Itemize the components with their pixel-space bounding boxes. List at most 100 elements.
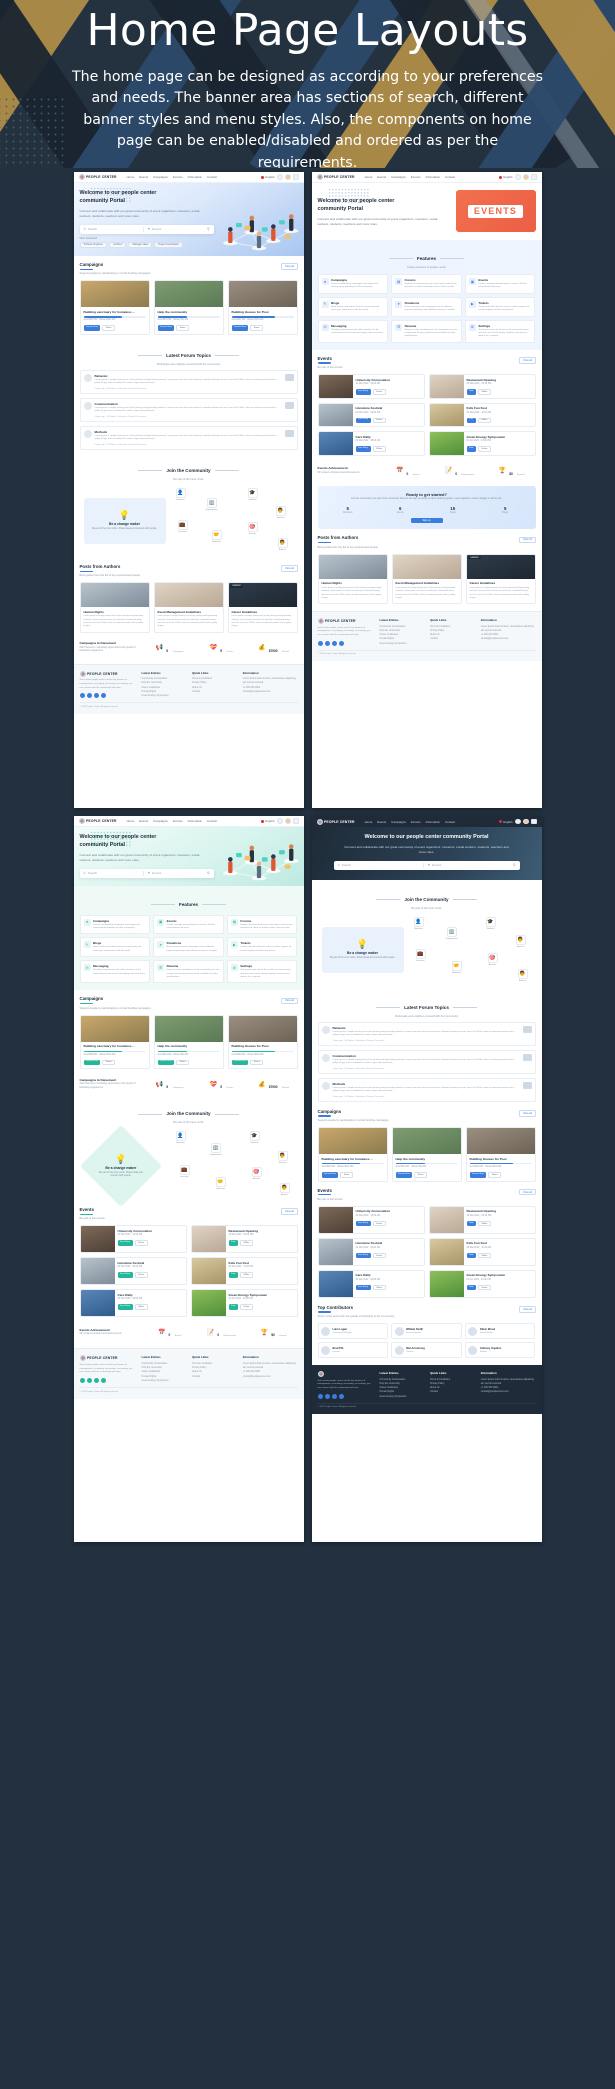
nav-item-home[interactable]: Home [127, 175, 135, 179]
nav-item-contact[interactable]: Contact [207, 175, 217, 179]
community-node[interactable]: 💼 Investors [415, 948, 426, 962]
main-nav[interactable]: Home Events Campaigns Forums Information… [365, 175, 455, 179]
posts-view-all[interactable]: View all [519, 536, 536, 544]
event-tag[interactable]: Paid [466, 1220, 476, 1227]
search-bar[interactable]: ⚲ Search ⚑ Events ⚲ [79, 224, 214, 234]
mock1-topbar-right[interactable]: English [261, 174, 299, 180]
signup-button[interactable]: Sign up [410, 517, 443, 524]
event-card[interactable]: Literature Festival 22 Mar 2022 · 09:00 A… [79, 1257, 187, 1286]
twitter-icon[interactable] [324, 1393, 330, 1399]
event-tag[interactable]: Paid [228, 1304, 238, 1310]
search-tag[interactable]: Manager sales [128, 241, 153, 249]
event-tag[interactable]: Online [372, 417, 386, 424]
feature-card[interactable]: ☰ Resume Keep an active contribution on th… [153, 960, 224, 984]
category-input[interactable]: ⚑ Events [148, 227, 204, 231]
footer-email[interactable]: contact@peoplecenter.com [243, 690, 298, 694]
grid-icon[interactable] [293, 174, 299, 180]
share-button[interactable]: Share [102, 1059, 115, 1066]
event-tag[interactable]: Paid [228, 1240, 238, 1246]
feature-card[interactable]: ✎ Blogs Read articles and stories from the… [79, 937, 151, 958]
footer-link[interactable]: Contact [192, 690, 238, 694]
language-selector[interactable]: English [261, 819, 275, 823]
event-tag[interactable]: Online [134, 1272, 148, 1278]
community-node[interactable]: 🏢 Organizations [206, 497, 218, 511]
event-tag[interactable]: Online [372, 1252, 386, 1259]
forum-topic-row[interactable]: Communication Lorem ipsum is simply dumm… [79, 397, 298, 422]
event-tag[interactable]: Offline [239, 1272, 253, 1278]
event-tag[interactable]: Free Entry [355, 446, 371, 452]
social-links[interactable] [317, 640, 375, 646]
share-button[interactable]: Share [176, 325, 189, 331]
campaigns-view-all[interactable]: View all [519, 1109, 536, 1117]
event-tag[interactable]: Paid [466, 446, 476, 452]
twitter-icon[interactable] [324, 640, 330, 646]
community-node[interactable]: 🤝 Volunteers [451, 960, 462, 974]
donate-button[interactable]: Donate Now [395, 1171, 413, 1178]
bell-icon[interactable] [277, 174, 283, 180]
forum-topic-row[interactable]: Behavior Lorem ipsum is simply dummy tex… [79, 369, 298, 394]
brand-logo[interactable]: PEOPLE CENTER [78, 818, 117, 824]
community-node[interactable]: 👤 Members [175, 487, 186, 501]
mock4-topbar[interactable]: PEOPLE CENTER Home Events Campaigns Foru… [311, 816, 542, 827]
community-node[interactable]: 🤝 Volunteers [215, 1177, 226, 1190]
feature-card[interactable]: ★ Campaigns Create crowdfunding campaigns … [317, 274, 389, 294]
feature-card[interactable]: ♥ Donations Raise money for your campaigns… [153, 937, 224, 958]
event-tag[interactable]: Offline [477, 1252, 491, 1259]
community-node[interactable]: 🎓 Students [485, 916, 496, 930]
event-card[interactable]: Kids Fun Fest 26 Mar 2022 · 11:00 AM Paid O… [428, 1237, 536, 1266]
contributor-card[interactable]: Oliver Wood Social Worker [464, 1323, 536, 1340]
grid-icon[interactable] [531, 818, 537, 825]
search-tag[interactable]: Project Coordinator [154, 241, 183, 249]
magnifier-icon[interactable]: ⚲ [207, 227, 209, 231]
event-tag[interactable]: Online [239, 1304, 253, 1310]
nav-item-forums[interactable]: Forums [411, 820, 421, 824]
nav-item-events[interactable]: Events [377, 175, 386, 179]
feature-card[interactable]: ▤ Forums Explore the community most active… [391, 274, 462, 294]
search-input[interactable]: ⚲ Search [338, 863, 420, 867]
contributor-card[interactable]: Brad Pitt Investor [317, 1342, 389, 1359]
feature-card[interactable]: ✎ Blogs Read articles and stories from the… [317, 296, 389, 317]
nav-item-forums[interactable]: Forums [173, 819, 183, 823]
share-button[interactable]: Share [488, 1171, 501, 1178]
feature-card[interactable]: ▤ Forums Explore the community most active… [226, 914, 298, 935]
event-tag[interactable]: Offline [134, 1304, 148, 1310]
language-selector[interactable]: English [261, 175, 275, 179]
contributor-card[interactable]: William Smith Event Organizer [391, 1323, 462, 1340]
linkedin-icon[interactable] [93, 693, 99, 699]
event-tag[interactable]: Paid [466, 417, 476, 424]
event-tag[interactable]: Online [134, 1240, 148, 1246]
share-button[interactable]: Share [102, 325, 115, 331]
community-node[interactable]: 💼 Investors [177, 519, 188, 533]
event-tag[interactable]: Free Entry [355, 1220, 371, 1227]
event-tag[interactable]: Free Entry [117, 1272, 133, 1278]
share-button[interactable]: Share [176, 1059, 189, 1066]
event-tag[interactable]: Online [372, 1220, 386, 1227]
avatar-icon[interactable] [285, 818, 291, 824]
campaign-card[interactable]: Help the community Goal $15,000 · Raised… [153, 280, 224, 335]
mockup-layout-1[interactable]: PEOPLE CENTER Home Events Campaigns Foru… [73, 172, 304, 808]
event-card[interactable]: Cars Rally 30 Mar 2022 · 08:00 AM Free Ent… [317, 431, 425, 456]
community-node[interactable]: 🎓 Students [247, 487, 258, 501]
post-card[interactable]: Human Rights Lorem ipsum is simply dummy … [317, 553, 388, 605]
event-tag[interactable]: Paid [466, 1284, 476, 1291]
brand-logo[interactable]: PEOPLE CENTER [78, 174, 117, 180]
facebook-icon[interactable] [79, 693, 85, 699]
feature-card[interactable]: ▶ Tickets Create and sell tickets for user… [464, 296, 536, 317]
nav-item-home[interactable]: Home [365, 820, 373, 824]
event-tag[interactable]: Free Entry [355, 417, 371, 424]
avatar-icon[interactable] [523, 174, 529, 180]
event-tag[interactable]: Paid [466, 389, 476, 395]
category-input[interactable]: ⚑ Events [148, 871, 204, 875]
language-selector[interactable]: English [499, 175, 513, 179]
donate-button[interactable]: Donate Now [231, 1059, 249, 1066]
event-tag[interactable]: Free Entry [355, 389, 371, 395]
event-tag[interactable]: Paid [466, 1252, 476, 1259]
event-tag[interactable]: Online [477, 1284, 491, 1291]
donate-button[interactable]: Donate Now [83, 325, 101, 331]
contributor-card[interactable]: Anthony Hopkins Student [464, 1342, 536, 1359]
event-card[interactable]: Literature Festival 22 Mar 2022 · 09:00 A… [317, 402, 425, 428]
footer-link[interactable]: Contact [430, 637, 476, 641]
social-links[interactable] [317, 1393, 375, 1399]
community-node[interactable]: 👨 Teachers [515, 934, 526, 948]
event-tag[interactable]: Paid [228, 1272, 238, 1278]
